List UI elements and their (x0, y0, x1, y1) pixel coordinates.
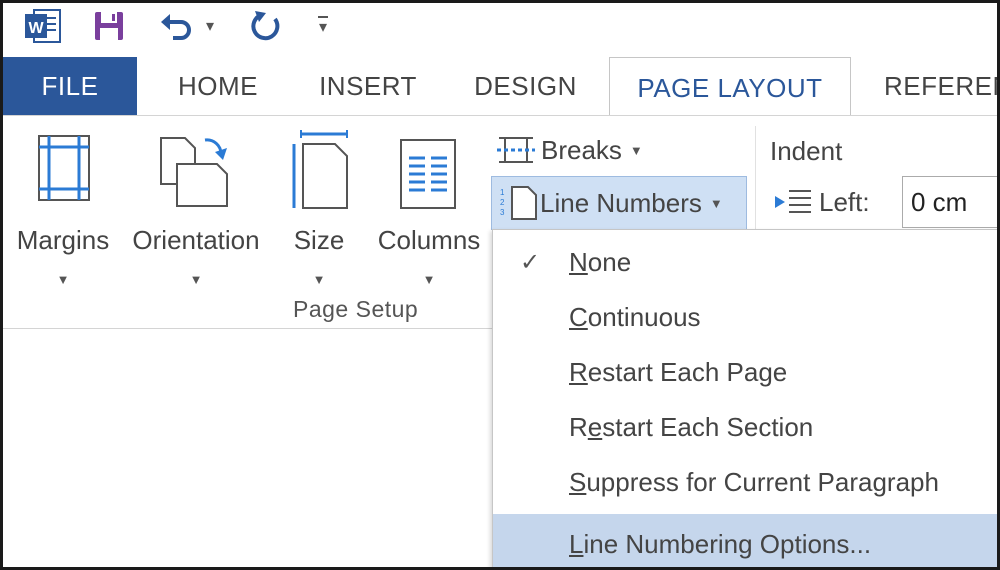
tab-references[interactable]: REFERENC (868, 57, 997, 115)
size-label: Size (293, 225, 345, 255)
menu-item-continuous[interactable]: Continuous (493, 290, 997, 345)
undo-dropdown[interactable]: ▾ (201, 8, 219, 44)
columns-label: Columns (377, 225, 481, 255)
line-numbers-caret-icon: ▼ (709, 195, 723, 211)
page-setup-group-label: Page Setup (293, 296, 419, 322)
undo-icon[interactable] (158, 8, 194, 44)
orientation-caret-icon: ▼ (189, 272, 203, 287)
margins-caret-icon: ▼ (56, 272, 70, 287)
breaks-icon (497, 137, 535, 163)
customize-arrow-icon: ▾ (318, 19, 328, 36)
breaks-label: Breaks (541, 134, 622, 165)
indent-left-input[interactable] (902, 176, 997, 228)
check-icon: ✓ (519, 249, 541, 276)
indent-left-label: Left: (819, 186, 870, 217)
tab-home[interactable]: HOME (153, 57, 283, 115)
orientation-icon (160, 137, 228, 207)
line-numbers-icon: 1 2 3 (500, 186, 537, 220)
svg-text:3: 3 (500, 208, 505, 217)
margins-icon (38, 135, 90, 201)
indent-left-label-group: Left: (773, 176, 870, 228)
size-caret-icon: ▼ (312, 272, 326, 287)
menu-item-label: Restart Each Section (569, 412, 814, 442)
word-app-icon[interactable]: W (23, 8, 63, 44)
save-icon[interactable] (91, 8, 127, 44)
svg-text:1: 1 (500, 188, 505, 197)
tab-page-layout[interactable]: PAGE LAYOUT (609, 57, 851, 118)
orientation-button[interactable]: Orientation ▼ (125, 130, 267, 290)
menu-item-line-numbering-options[interactable]: Line Numbering Options... (493, 514, 997, 567)
margins-button[interactable]: Margins ▼ (13, 130, 113, 290)
tab-file[interactable]: FILE (3, 57, 137, 115)
menu-item-suppress-for-current-paragraph[interactable]: Suppress for Current Paragraph (493, 455, 997, 510)
menu-item-restart-each-section[interactable]: Restart Each Section (493, 400, 997, 455)
menu-item-label: None (569, 247, 632, 277)
orientation-label: Orientation (132, 225, 260, 255)
breaks-caret-icon: ▼ (629, 142, 643, 158)
columns-button[interactable]: Columns ▼ (371, 130, 487, 290)
ribbon-tabs: FILE HOME INSERT DESIGN PAGE LAYOUT REFE… (3, 57, 997, 118)
svg-text:W: W (28, 20, 44, 37)
svg-text:2: 2 (500, 198, 505, 207)
quick-access-toolbar: W ▾ ▾ (3, 3, 997, 53)
columns-icon (400, 139, 456, 209)
redo-icon[interactable] (248, 8, 284, 44)
line-numbers-label: Line Numbers (540, 187, 702, 218)
menu-item-label: Restart Each Page (569, 357, 788, 387)
menu-item-restart-each-page[interactable]: Restart Each Page (493, 345, 997, 400)
line-numbers-menu: ✓ None Continuous Restart Each Page Rest… (492, 229, 997, 567)
size-button[interactable]: Size ▼ (283, 130, 355, 290)
menu-item-none[interactable]: ✓ None (493, 235, 997, 290)
menu-item-label: Continuous (569, 302, 701, 332)
ribbon-bottom-border (3, 328, 493, 329)
columns-caret-icon: ▼ (422, 272, 436, 287)
breaks-button[interactable]: Breaks ▼ (495, 128, 643, 172)
customize-bar-icon (318, 16, 328, 18)
line-numbers-button[interactable]: 1 2 3 Line Numbers ▼ (491, 176, 747, 230)
tab-design[interactable]: DESIGN (458, 57, 593, 115)
size-icon (292, 130, 348, 209)
word-window: W ▾ ▾ FILE HOME INSERT DESIGN PAGE LAYOU… (0, 0, 1000, 570)
menu-item-label: Suppress for Current Paragraph (569, 467, 939, 497)
tab-insert[interactable]: INSERT (298, 57, 438, 115)
indent-left-icon (775, 190, 811, 213)
menu-item-label: Line Numbering Options... (569, 528, 872, 559)
customize-toolbar-button[interactable]: ▾ (315, 8, 331, 44)
indent-label: Indent (770, 136, 843, 166)
margins-label: Margins (16, 225, 110, 255)
